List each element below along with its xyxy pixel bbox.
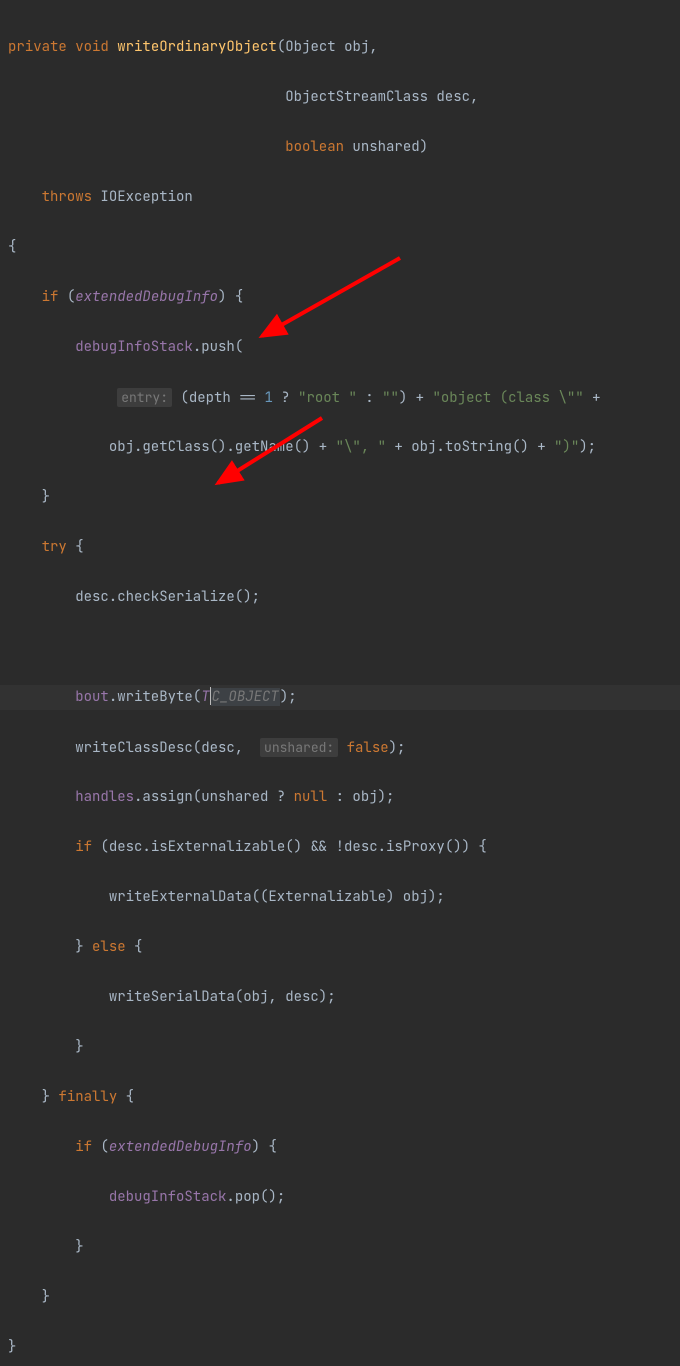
param-hint: unshared: [260, 738, 338, 757]
field-ref: extendedDebugInfo [109, 1138, 252, 1156]
text-cursor [210, 687, 211, 705]
brace: } [8, 1338, 16, 1356]
completion-text: C_OBJECT [211, 688, 280, 706]
keyword-finally: finally [58, 1088, 117, 1106]
code-line: if (extendedDebugInfo) { [8, 1135, 672, 1160]
code-line: if (desc.isExternalizable() && !desc.isP… [8, 835, 672, 860]
brace: } [75, 1238, 83, 1256]
code-line: } [8, 1235, 672, 1260]
brace: } [75, 1038, 83, 1056]
code-line: handles.assign(unshared ? null : obj); [8, 785, 672, 810]
statement: writeExternalData((Externalizable) obj); [109, 888, 445, 906]
annotation-arrow-2-icon [0, 0, 680, 683]
field-ref: handles [75, 788, 134, 806]
code-line: } [8, 1035, 672, 1060]
code-line: debugInfoStack.pop(); [8, 1185, 672, 1210]
code-line: writeExternalData((Externalizable) obj); [8, 885, 672, 910]
field-ref: bout [75, 688, 109, 706]
statement: writeSerialData(obj, desc); [109, 988, 336, 1006]
code-line: } [8, 1335, 672, 1360]
keyword-if: if [75, 838, 92, 856]
code-line: writeClassDesc(desc, unshared: false); [8, 735, 672, 760]
keyword-else: else [92, 938, 126, 956]
code-line: writeSerialData(obj, desc); [8, 985, 672, 1010]
field-ref: debugInfoStack [109, 1188, 227, 1206]
code-line: } [8, 1285, 672, 1310]
keyword-if: if [75, 1138, 92, 1156]
code-line-active[interactable]: bout.writeByte(TC_OBJECT); [0, 685, 680, 710]
code-line: } else { [8, 935, 672, 960]
brace: } [42, 1288, 50, 1306]
code-line: } finally { [8, 1085, 672, 1110]
